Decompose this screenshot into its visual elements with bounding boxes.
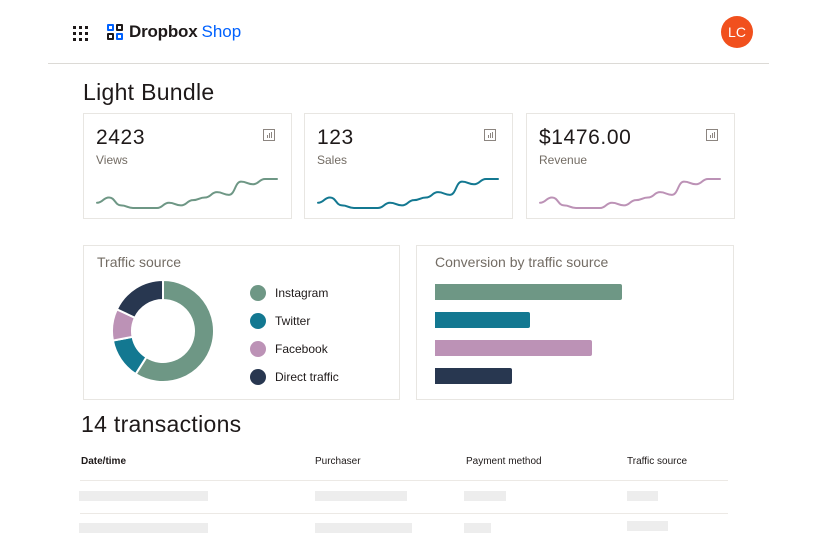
stat-card-revenue: $1476.00 Revenue bbox=[526, 113, 735, 219]
brand-product: Shop bbox=[201, 22, 242, 41]
skeleton-payment bbox=[464, 523, 491, 533]
panel-title: Traffic source bbox=[97, 254, 182, 270]
legend-label: Direct traffic bbox=[275, 370, 339, 384]
bar-instagram[interactable] bbox=[435, 284, 622, 300]
page-title: Light Bundle bbox=[83, 79, 215, 105]
skeleton-date bbox=[79, 523, 208, 533]
column-header-purchaser[interactable]: Purchaser bbox=[315, 456, 361, 467]
legend-item-instagram[interactable]: Instagram bbox=[250, 279, 339, 307]
stat-value: $1476.00 bbox=[539, 126, 632, 149]
legend-label: Instagram bbox=[275, 286, 329, 300]
legend-label: Facebook bbox=[275, 342, 328, 356]
legend-swatch bbox=[250, 341, 266, 357]
stat-label: Sales bbox=[317, 153, 348, 167]
grid-icon[interactable] bbox=[73, 26, 88, 41]
sales-sparkline bbox=[317, 178, 499, 209]
legend-swatch bbox=[250, 285, 266, 301]
column-header-traffic-source[interactable]: Traffic source bbox=[627, 456, 687, 467]
donut-segment-direct-traffic[interactable] bbox=[115, 279, 164, 320]
column-header-payment-method[interactable]: Payment method bbox=[466, 456, 542, 467]
stat-card-sales: 123 Sales bbox=[304, 113, 513, 219]
bar-chart-icon[interactable] bbox=[706, 129, 718, 141]
bar-facebook[interactable] bbox=[435, 340, 593, 356]
column-header-date-time[interactable]: Date/time bbox=[81, 456, 126, 467]
skeleton-source bbox=[627, 521, 668, 531]
stat-label: Revenue bbox=[539, 153, 588, 167]
revenue-sparkline bbox=[539, 178, 721, 209]
avatar[interactable]: LC bbox=[721, 16, 753, 48]
conversion-panel: Conversion by traffic source bbox=[416, 245, 734, 400]
sparkline-path bbox=[96, 178, 278, 209]
sparkline-path bbox=[317, 178, 499, 209]
legend-swatch bbox=[250, 313, 266, 329]
bar-direct-traffic[interactable] bbox=[435, 368, 512, 384]
brand-name: Dropbox bbox=[129, 22, 198, 41]
skeleton-payment bbox=[464, 491, 506, 501]
traffic-legend: Instagram Twitter Facebook Direct traffi… bbox=[250, 279, 339, 391]
stat-card-views: 2423 Views bbox=[83, 113, 292, 219]
stat-label: Views bbox=[96, 153, 128, 167]
stat-value: 2423 bbox=[96, 126, 146, 149]
bar-chart-icon[interactable] bbox=[263, 129, 275, 141]
conversion-bar-chart bbox=[435, 284, 715, 384]
skeleton-date bbox=[79, 491, 208, 501]
skeleton-purchaser bbox=[315, 523, 412, 533]
traffic-source-panel: Traffic source Instagram Twitter Faceboo… bbox=[83, 245, 400, 400]
dropbox-shop-logo[interactable]: Dropbox Shop bbox=[107, 22, 241, 42]
bar-twitter[interactable] bbox=[435, 312, 531, 328]
legend-item-twitter[interactable]: Twitter bbox=[250, 307, 339, 335]
skeleton-purchaser bbox=[315, 491, 407, 501]
traffic-donut-chart bbox=[111, 279, 215, 383]
transactions-title: 14 transactions bbox=[81, 411, 242, 437]
row-divider bbox=[80, 480, 728, 481]
skeleton-source bbox=[627, 491, 658, 501]
dropbox-logo-icon bbox=[107, 24, 123, 40]
legend-label: Twitter bbox=[275, 314, 311, 328]
views-sparkline bbox=[96, 178, 278, 209]
row-divider bbox=[80, 513, 728, 514]
sparkline-path bbox=[539, 178, 721, 209]
panel-title: Conversion by traffic source bbox=[435, 254, 609, 270]
legend-item-facebook[interactable]: Facebook bbox=[250, 335, 339, 363]
legend-swatch bbox=[250, 369, 266, 385]
bar-chart-icon[interactable] bbox=[484, 129, 496, 141]
top-bar: Dropbox Shop LC bbox=[48, 0, 769, 64]
legend-item-direct-traffic[interactable]: Direct traffic bbox=[250, 363, 339, 391]
stat-value: 123 bbox=[317, 126, 354, 149]
